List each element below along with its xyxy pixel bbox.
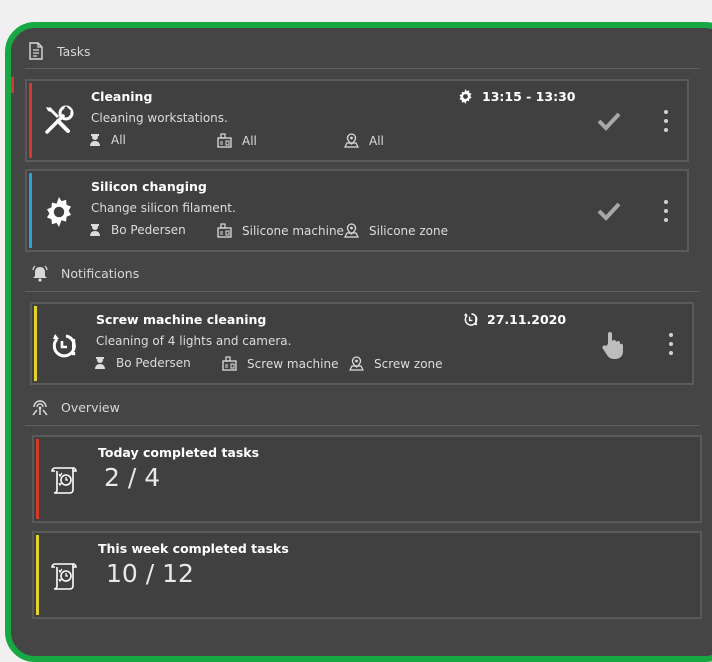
location-icon	[344, 223, 359, 238]
task-machine: Silicone machine	[217, 223, 344, 238]
complete-button[interactable]	[595, 199, 623, 223]
location-icon	[344, 133, 359, 148]
alarm-small-icon	[463, 312, 478, 326]
checkmark-icon	[597, 202, 621, 221]
task-zone: Silicone zone	[344, 223, 448, 238]
task-menu-button[interactable]	[661, 110, 671, 132]
overview-section-header: Overview	[31, 398, 120, 416]
location-icon	[349, 356, 364, 371]
task-machine-label: Silicone machine	[242, 223, 344, 238]
tasks-divider	[25, 68, 700, 69]
task-time-label: 13:15 - 13:30	[482, 89, 576, 104]
task-zone-label: Silicone zone	[369, 223, 448, 238]
hand-pointer-icon	[602, 332, 624, 359]
notifications-divider	[25, 291, 700, 292]
task-description: Cleaning workstations.	[91, 111, 228, 125]
overview-section-title: Overview	[61, 399, 120, 415]
notification-menu-button[interactable]	[666, 333, 676, 355]
notifications-section-title: Notifications	[61, 265, 140, 281]
notification-date: 27.11.2020	[463, 312, 566, 327]
task-machine-label: All	[242, 133, 257, 148]
task-person: Bo Pedersen	[89, 223, 186, 237]
complete-button[interactable]	[595, 109, 623, 133]
task-time: 13:15 - 13:30	[458, 89, 575, 104]
notification-person-label: Bo Pedersen	[116, 356, 191, 370]
task-card-cleaning[interactable]: Cleaning Cleaning workstations. All All …	[25, 79, 689, 162]
notifications-section-header: Notifications	[31, 264, 139, 282]
overview-value: 2 / 4	[104, 463, 161, 492]
gear-icon	[42, 195, 76, 229]
task-title: Cleaning	[91, 89, 153, 104]
task-accent-bar	[29, 83, 32, 158]
overview-divider	[25, 425, 700, 426]
overview-accent-bar	[36, 439, 39, 519]
worker-icon	[95, 357, 105, 369]
worker-icon	[90, 224, 100, 236]
notification-description: Cleaning of 4 lights and camera.	[96, 334, 292, 348]
task-accent-bar	[29, 173, 32, 248]
notification-machine-label: Screw machine	[247, 356, 339, 371]
task-menu-button[interactable]	[661, 200, 671, 222]
notification-person: Bo Pedersen	[94, 356, 191, 370]
tools-icon	[42, 103, 76, 137]
tasks-section-header: Tasks	[27, 42, 91, 60]
task-card-silicon[interactable]: Silicon changing Change silicon filament…	[25, 169, 689, 252]
task-zone: All	[344, 133, 384, 148]
task-description: Change silicon filament.	[91, 201, 236, 215]
document-icon	[27, 42, 45, 60]
notification-accent-bar	[34, 306, 37, 381]
overview-card-week: This week completed tasks 10 / 12	[32, 531, 702, 619]
task-machine: All	[217, 133, 257, 148]
overview-title: Today completed tasks	[98, 445, 260, 460]
task-person-label: Bo Pedersen	[111, 223, 186, 237]
machine-icon	[217, 223, 232, 238]
alarm-alert-icon	[47, 328, 81, 362]
machine-icon	[217, 133, 232, 148]
notification-machine: Screw machine	[222, 356, 338, 371]
bell-icon	[31, 264, 49, 282]
scroll-indicator	[11, 77, 14, 93]
task-list-icon	[48, 559, 82, 593]
overview-card-today: Today completed tasks 2 / 4	[32, 435, 702, 523]
gear-small-icon	[459, 89, 472, 104]
notification-card-screw[interactable]: Screw machine cleaning Cleaning of 4 lig…	[30, 302, 694, 385]
task-title: Silicon changing	[91, 179, 207, 194]
tasks-section-title: Tasks	[57, 43, 91, 59]
task-person-label: All	[111, 133, 126, 147]
checkmark-icon	[597, 112, 621, 131]
overview-icon	[31, 398, 49, 416]
acknowledge-button[interactable]	[598, 328, 628, 362]
overview-accent-bar	[36, 535, 39, 615]
worker-icon	[90, 134, 100, 146]
notification-date-label: 27.11.2020	[487, 312, 567, 327]
overview-value: 10 / 12	[106, 559, 194, 588]
task-zone-label: All	[369, 133, 384, 148]
task-list-icon	[48, 463, 82, 497]
task-person: All	[89, 133, 126, 147]
overview-title: This week completed tasks	[98, 541, 289, 556]
notification-title: Screw machine cleaning	[96, 312, 267, 327]
notification-zone-label: Screw zone	[374, 356, 443, 371]
notification-zone: Screw zone	[349, 356, 443, 371]
machine-icon	[222, 356, 237, 371]
